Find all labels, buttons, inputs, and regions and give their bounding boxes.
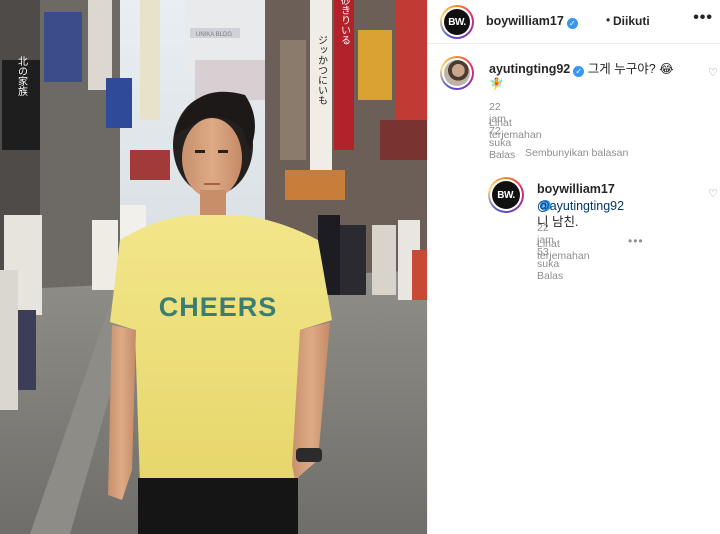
comments-panel: BW. boywilliam17 ✓ • Diikuti ••• ayutingt…	[427, 0, 720, 534]
reply-username[interactable]: boywilliam17	[537, 182, 615, 196]
post-photo[interactable]: 北の家族 UNIKA BLDG ジッかつにいも 砂きりいる CHEERS	[0, 0, 427, 534]
post-header: BW. boywilliam17 ✓ • Diikuti •••	[428, 0, 720, 44]
comment-like-heart-icon[interactable]: ♡	[708, 68, 718, 79]
commenter-avatar[interactable]	[440, 56, 474, 90]
sign-vertical-1: ジッかつにいも	[316, 35, 328, 105]
verified-badge-icon: ✓	[573, 66, 585, 77]
commenter-username[interactable]: ayutingting92	[489, 62, 570, 76]
author-username-text: boywilliam17	[486, 14, 564, 28]
reply-like-heart-icon[interactable]: ♡	[708, 189, 718, 200]
see-translation-link[interactable]: Lihat terjemahan	[489, 117, 542, 141]
sign-left-text: 北の家族	[16, 56, 28, 96]
sign-vertical-2: 砂きりいる	[339, 0, 351, 45]
comment-reply-button[interactable]: Balas	[489, 149, 515, 161]
more-horizontal-icon[interactable]: •••	[693, 9, 713, 27]
hide-replies-button[interactable]: Sembunyikan balasan	[525, 147, 628, 159]
follow-status-button[interactable]: Diikuti	[613, 14, 650, 28]
comment-body: ayutingting92 ✓ 그게 누구야? 😂	[489, 61, 699, 77]
comment-text: 그게 누구야? 😂	[587, 62, 674, 76]
author-avatar[interactable]: BW.	[440, 5, 474, 39]
header-separator: •	[606, 13, 611, 27]
reply-avatar[interactable]: BW.	[488, 177, 524, 213]
commenter-avatar-image	[444, 60, 470, 86]
reply-avatar-logo: BW.	[492, 181, 520, 209]
author-avatar-logo: BW.	[444, 9, 470, 35]
street-scene-image: 北の家族 UNIKA BLDG ジッかつにいも 砂きりいる CHEERS	[0, 0, 427, 534]
reply-reply-button[interactable]: Balas	[537, 270, 563, 282]
shirt-text: CHEERS	[159, 292, 278, 322]
sign-banner-text: UNIKA BLDG	[196, 32, 232, 38]
replies-divider	[492, 153, 514, 154]
comment-emoji-line: 🧚	[489, 77, 504, 91]
reply-options-icon[interactable]: •••	[628, 234, 644, 248]
verified-badge-icon: ✓	[566, 18, 578, 29]
reply-mention-link[interactable]: @ayutingting92	[537, 199, 624, 213]
author-username[interactable]: boywilliam17 ✓	[486, 14, 578, 29]
reply-see-translation-link[interactable]: Lihat terjemahan	[537, 238, 590, 262]
